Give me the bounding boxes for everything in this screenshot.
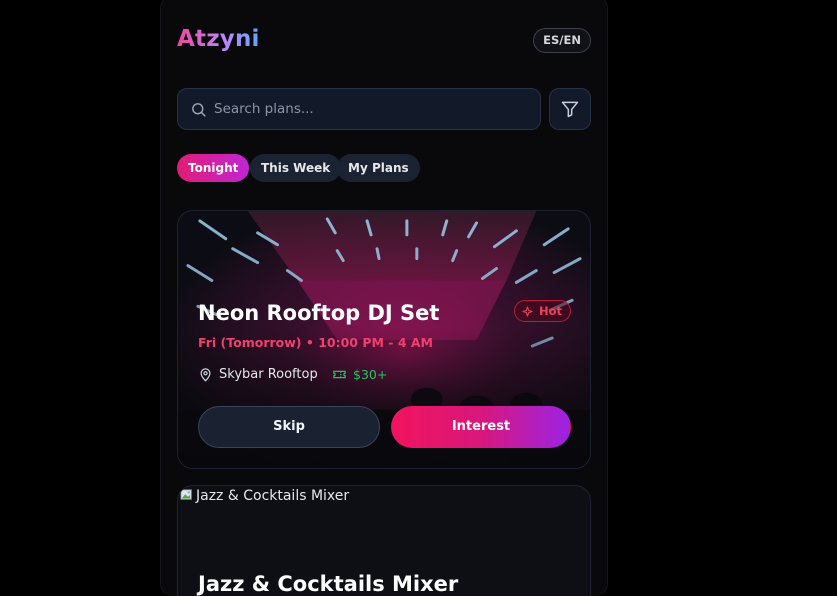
ticket-icon	[333, 370, 346, 379]
search-input[interactable]	[214, 89, 534, 129]
header: Atzyni ES/EN	[177, 26, 591, 56]
logo[interactable]: Atzyni	[177, 26, 260, 52]
map-pin-icon	[200, 368, 211, 382]
event-datetime: Fri (Tomorrow) • 10:00 PM - 4 AM	[198, 335, 433, 350]
event-image: Jazz & Cocktails Mixer	[180, 488, 349, 504]
search-icon	[192, 103, 206, 117]
event-title: Jazz & Cocktails Mixer	[198, 572, 459, 596]
event-title: Neon Rooftop DJ Set	[198, 301, 440, 325]
tab-this-week[interactable]: This Week	[250, 154, 342, 182]
filter-icon	[561, 101, 579, 118]
sparkle-icon	[522, 306, 533, 317]
hot-badge: Hot	[513, 300, 571, 322]
search-bar[interactable]	[177, 88, 541, 130]
language-toggle-button[interactable]: ES/EN	[533, 28, 591, 53]
skip-button[interactable]: Skip	[198, 406, 380, 448]
event-card[interactable]: Jazz & Cocktails Mixer Jazz & Cocktails …	[177, 485, 591, 596]
interest-button[interactable]: Interest	[391, 406, 571, 448]
filter-button[interactable]	[549, 88, 591, 130]
tab-tonight[interactable]: Tonight	[177, 154, 250, 182]
app-panel: Atzyni ES/EN Tonight This Week My Plans	[160, 0, 608, 596]
event-card[interactable]: Hot Neon Rooftop DJ Set Fri (Tomorrow) •…	[177, 210, 591, 469]
event-venue: Skybar Rooftop	[219, 367, 318, 382]
tab-my-plans[interactable]: My Plans	[337, 154, 420, 182]
event-image-alt: Jazz & Cocktails Mixer	[196, 488, 350, 504]
event-price: $30+	[353, 367, 388, 382]
hot-badge-label: Hot	[538, 304, 562, 318]
broken-image-icon	[180, 489, 192, 500]
